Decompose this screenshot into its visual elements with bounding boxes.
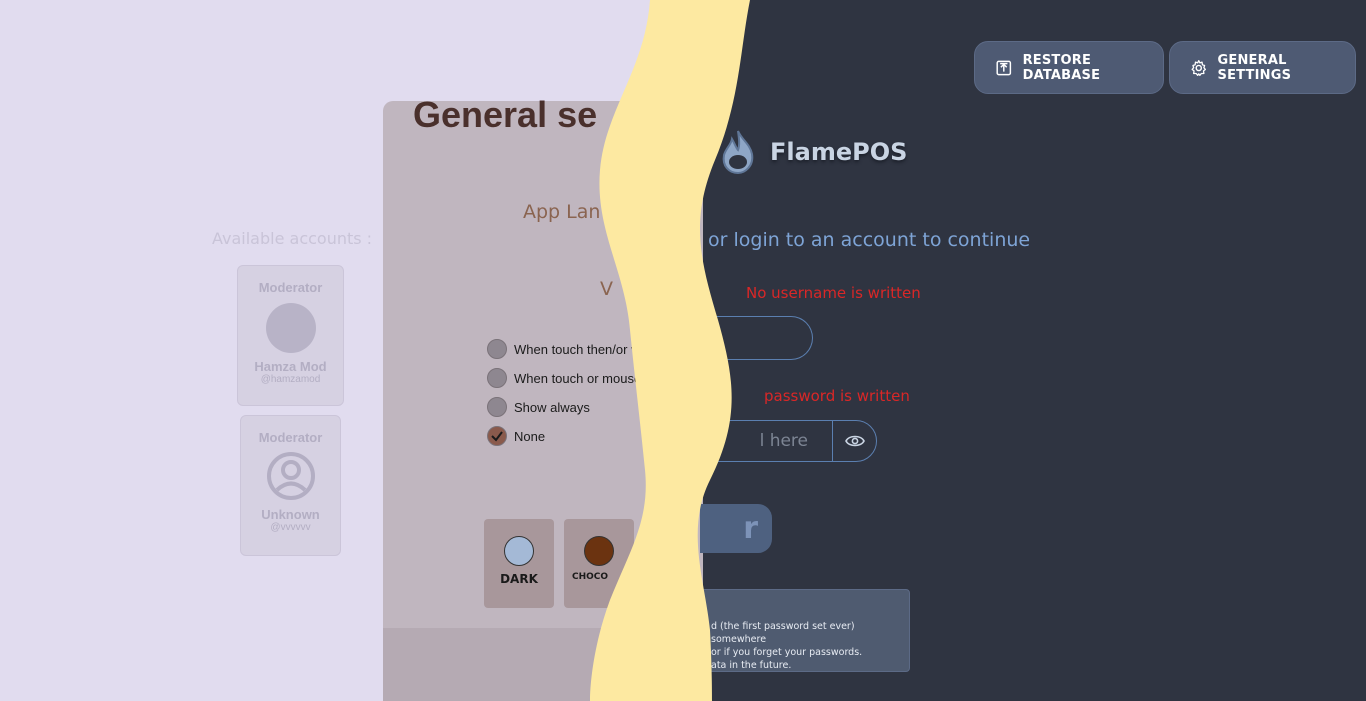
general-settings-button[interactable]: GENERAL SETTINGS	[1169, 41, 1356, 94]
general-settings-label: GENERAL SETTINGS	[1217, 52, 1292, 83]
radio-label: None	[514, 428, 546, 444]
radio-option[interactable]: Show always	[487, 397, 590, 417]
account-name: Hamza Mod	[254, 359, 327, 374]
upload-icon	[996, 60, 1012, 75]
account-handle: @hamzamod	[260, 374, 321, 385]
user-placeholder-icon	[266, 451, 316, 501]
gear-icon	[1191, 59, 1206, 76]
eye-icon	[844, 435, 865, 447]
username-error: No username is written	[746, 284, 921, 302]
account-name: Unknown	[261, 507, 320, 522]
checkmark-icon	[491, 431, 503, 442]
available-accounts-heading: Available accounts :	[212, 229, 373, 248]
radio-button-checked[interactable]	[487, 426, 507, 446]
restore-database-label: RESTORE DATABASE	[1022, 52, 1101, 83]
account-card[interactable]: Moderator Unknown @vvvvvv	[240, 415, 341, 556]
account-role: Moderator	[258, 280, 323, 295]
radio-button[interactable]	[487, 368, 507, 388]
theme-label: DARK	[500, 572, 538, 586]
password-placeholder: l here	[759, 431, 808, 451]
wave-divider	[590, 0, 750, 701]
account-card[interactable]: Moderator Hamza Mod @hamzamod	[237, 265, 344, 406]
radio-button[interactable]	[487, 339, 507, 359]
panel-title: General se	[413, 94, 598, 135]
account-handle: @vvvvvv	[270, 522, 311, 533]
app-language-label: App Lan	[523, 201, 601, 223]
account-role: Moderator	[258, 430, 323, 445]
radio-option[interactable]: None	[487, 426, 545, 446]
password-error: password is written	[764, 387, 910, 405]
restore-database-button[interactable]: RESTORE DATABASE	[974, 41, 1164, 94]
show-password-button[interactable]	[832, 420, 877, 462]
radio-button[interactable]	[487, 397, 507, 417]
avatar	[265, 303, 316, 353]
theme-dark-card[interactable]: DARK	[484, 519, 554, 608]
theme-swatch	[504, 536, 534, 566]
radio-label: Show always	[514, 399, 590, 415]
logo-text: FlamePOS	[770, 138, 908, 166]
